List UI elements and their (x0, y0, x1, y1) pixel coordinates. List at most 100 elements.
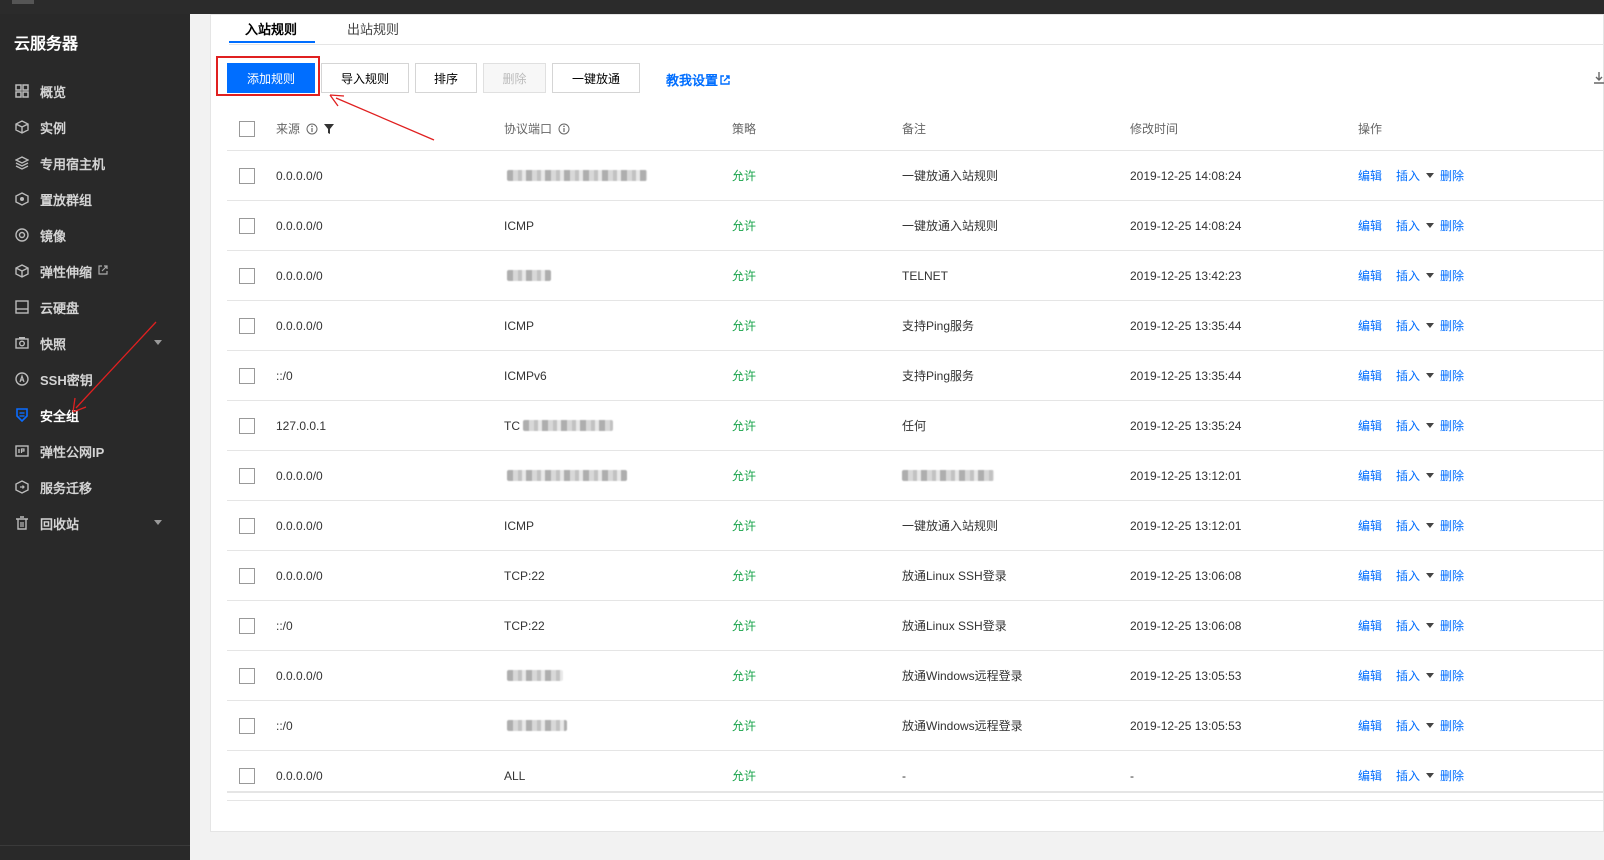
source-cell: ::/0 (276, 368, 293, 383)
chevron-down-icon[interactable] (1426, 223, 1435, 228)
chevron-down-icon[interactable] (1426, 373, 1435, 378)
delete-link[interactable]: 删除 (1440, 367, 1464, 384)
insert-link[interactable]: 插入 (1396, 567, 1420, 584)
delete-link[interactable]: 删除 (1440, 417, 1464, 434)
delete-link[interactable]: 删除 (1440, 317, 1464, 334)
delete-link[interactable]: 删除 (1440, 217, 1464, 234)
edit-link[interactable]: 编辑 (1358, 667, 1382, 684)
row-checkbox[interactable] (239, 267, 255, 284)
insert-link[interactable]: 插入 (1396, 367, 1420, 384)
help-link[interactable]: 教我设置 (666, 70, 730, 89)
edit-link[interactable]: 编辑 (1358, 367, 1382, 384)
sidebar-item-elastic-ip[interactable]: 弹性公网IP (0, 436, 190, 466)
chevron-down-icon[interactable] (1426, 173, 1435, 178)
chevron-down-icon[interactable] (1426, 423, 1435, 428)
sort-button[interactable]: 排序 (415, 63, 477, 93)
sidebar-item-migration[interactable]: 服务迁移 (0, 472, 190, 502)
row-checkbox[interactable] (239, 717, 255, 734)
insert-link[interactable]: 插入 (1396, 767, 1420, 784)
chevron-down-icon[interactable] (1426, 273, 1435, 278)
edit-link[interactable]: 编辑 (1358, 417, 1382, 434)
delete-link[interactable]: 删除 (1440, 617, 1464, 634)
row-checkbox[interactable] (239, 417, 255, 434)
chevron-down-icon[interactable] (1426, 573, 1435, 578)
row-checkbox[interactable] (239, 217, 255, 234)
download-icon[interactable] (1593, 71, 1604, 85)
chevron-down-icon[interactable] (1426, 523, 1435, 528)
sidebar-item-auto-scaling[interactable]: 弹性伸缩 (0, 256, 190, 286)
logo-icon[interactable] (12, 0, 34, 4)
edit-link[interactable]: 编辑 (1358, 517, 1382, 534)
filter-icon[interactable] (324, 123, 335, 134)
disk-icon (14, 299, 30, 315)
edit-link[interactable]: 编辑 (1358, 767, 1382, 784)
sidebar-item-dedicated-host[interactable]: 专用宿主机 (0, 148, 190, 178)
row-checkbox[interactable] (239, 367, 255, 384)
delete-link[interactable]: 删除 (1440, 667, 1464, 684)
row-checkbox[interactable] (239, 567, 255, 584)
row-checkbox[interactable] (239, 167, 255, 184)
sidebar-item-security-group[interactable]: 安全组 (0, 400, 190, 430)
delete-link[interactable]: 删除 (1440, 717, 1464, 734)
insert-link[interactable]: 插入 (1396, 417, 1420, 434)
select-all-checkbox[interactable] (239, 120, 255, 137)
insert-link[interactable]: 插入 (1396, 217, 1420, 234)
delete-link[interactable]: 删除 (1440, 567, 1464, 584)
edit-link[interactable]: 编辑 (1358, 317, 1382, 334)
row-select-cell (239, 401, 255, 450)
top-bar (0, 0, 1604, 14)
info-icon[interactable] (558, 123, 570, 135)
row-checkbox[interactable] (239, 517, 255, 534)
info-icon[interactable] (306, 123, 318, 135)
sidebar-item-images[interactable]: 镜像 (0, 220, 190, 250)
edit-link[interactable]: 编辑 (1358, 217, 1382, 234)
import-rules-button[interactable]: 导入规则 (321, 63, 409, 93)
delete-link[interactable]: 删除 (1440, 467, 1464, 484)
row-checkbox[interactable] (239, 317, 255, 334)
edit-link[interactable]: 编辑 (1358, 267, 1382, 284)
delete-button[interactable]: 删除 (483, 63, 546, 93)
sidebar-item-ssh-keys[interactable]: SSH密钥 (0, 364, 190, 394)
insert-link[interactable]: 插入 (1396, 517, 1420, 534)
sidebar-item-overview[interactable]: 概览 (0, 76, 190, 106)
sidebar-item-cloud-disk[interactable]: 云硬盘 (0, 292, 190, 322)
insert-link[interactable]: 插入 (1396, 617, 1420, 634)
chevron-down-icon[interactable] (1426, 323, 1435, 328)
edit-link[interactable]: 编辑 (1358, 467, 1382, 484)
delete-link[interactable]: 删除 (1440, 267, 1464, 284)
chevron-down-icon[interactable] (1426, 673, 1435, 678)
row-checkbox[interactable] (239, 667, 255, 684)
insert-link[interactable]: 插入 (1396, 467, 1420, 484)
chevron-down-icon[interactable] (1426, 623, 1435, 628)
delete-link[interactable]: 删除 (1440, 767, 1464, 784)
tab-outbound[interactable]: 出站规则 (347, 19, 399, 38)
row-checkbox[interactable] (239, 617, 255, 634)
tab-inbound[interactable]: 入站规则 (245, 19, 297, 38)
shield-icon (14, 407, 30, 423)
sidebar-item-instances[interactable]: 实例 (0, 112, 190, 142)
row-checkbox[interactable] (239, 767, 255, 784)
redacted-protocol (523, 420, 613, 431)
chevron-down-icon[interactable] (1426, 773, 1435, 778)
insert-link[interactable]: 插入 (1396, 317, 1420, 334)
row-checkbox[interactable] (239, 467, 255, 484)
insert-link[interactable]: 插入 (1396, 667, 1420, 684)
delete-link[interactable]: 删除 (1440, 517, 1464, 534)
protocol-text: ICMPv6 (504, 368, 547, 383)
chevron-down-icon[interactable] (1426, 473, 1435, 478)
open-all-button[interactable]: 一键放通 (552, 63, 640, 93)
edit-link[interactable]: 编辑 (1358, 717, 1382, 734)
edit-link[interactable]: 编辑 (1358, 167, 1382, 184)
sidebar-item-snapshots[interactable]: 快照 (0, 328, 190, 358)
edit-link[interactable]: 编辑 (1358, 567, 1382, 584)
header-protocol: 协议端口 (504, 107, 570, 150)
add-rule-button[interactable]: 添加规则 (227, 63, 315, 93)
insert-link[interactable]: 插入 (1396, 267, 1420, 284)
edit-link[interactable]: 编辑 (1358, 617, 1382, 634)
sidebar-item-placement-group[interactable]: 置放群组 (0, 184, 190, 214)
sidebar-item-recycle-bin[interactable]: 回收站 (0, 508, 190, 538)
insert-link[interactable]: 插入 (1396, 167, 1420, 184)
insert-link[interactable]: 插入 (1396, 717, 1420, 734)
delete-link[interactable]: 删除 (1440, 167, 1464, 184)
chevron-down-icon[interactable] (1426, 723, 1435, 728)
